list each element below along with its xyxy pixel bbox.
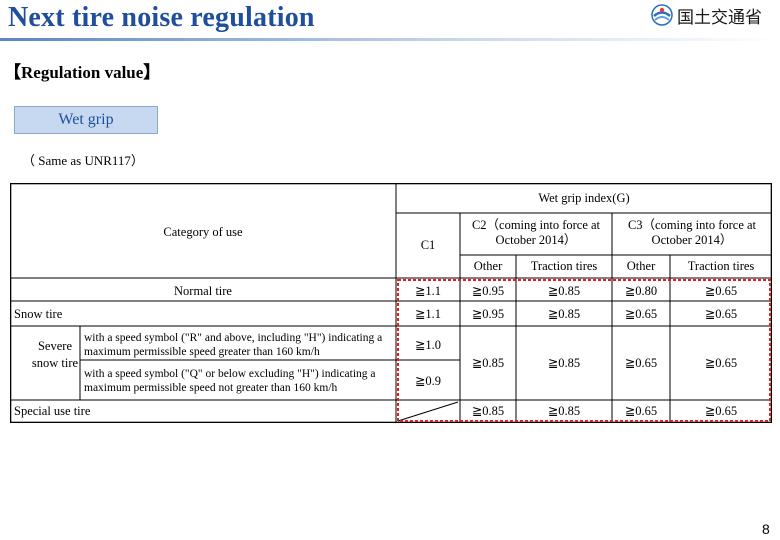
- header-c3: C3（coming into force at October 2014）: [627, 218, 757, 247]
- header-c2: C2（coming into force at October 2014）: [471, 218, 601, 247]
- special-c2-other: ≧0.85: [471, 404, 505, 418]
- severe-sub1-c1: ≧1.0: [414, 338, 442, 352]
- normal-c2-traction: ≧0.85: [547, 284, 581, 298]
- normal-c2-other: ≧0.95: [471, 284, 505, 298]
- logo-text: 国土交通省: [677, 7, 762, 28]
- subheader-c3-traction: Traction tires: [687, 259, 755, 273]
- special-c2-traction: ≧0.85: [547, 404, 581, 418]
- header-rule: [0, 38, 780, 41]
- severe-sub2-label: with a speed symbol ("Q" or below exclud…: [84, 368, 376, 394]
- normal-c3-other: ≧0.80: [624, 284, 658, 298]
- severe-c3-traction: ≧0.65: [704, 356, 738, 370]
- mlit-logo-icon: [651, 4, 673, 26]
- page-number: 8: [762, 521, 770, 537]
- special-c3-other: ≧0.65: [624, 404, 658, 418]
- slide-header: Next tire noise regulation 国土交通省: [0, 0, 780, 41]
- header-c1: C1: [420, 238, 436, 252]
- severe-c3-other: ≧0.65: [624, 356, 658, 370]
- subheader-c2-traction: Traction tires: [530, 259, 598, 273]
- subheader-c3-other: Other: [626, 259, 656, 273]
- normal-c3-traction: ≧0.65: [704, 284, 738, 298]
- snow-c1: ≧1.1: [414, 307, 442, 321]
- special-c3-traction: ≧0.65: [704, 404, 738, 418]
- snow-c2-traction: ≧0.85: [547, 307, 581, 321]
- subheader-c2-other: Other: [473, 259, 503, 273]
- row-special-label: Special use tire: [14, 404, 91, 418]
- row-snow-label: Snow tire: [14, 307, 63, 321]
- unr-note: （ Same as UNR117）: [22, 153, 144, 168]
- row-severe-label: Severe snow tire: [31, 339, 79, 370]
- header-wet-grip-index: Wet grip index(G): [538, 191, 630, 205]
- snow-c3-other: ≧0.65: [624, 307, 658, 321]
- severe-c2-other: ≧0.85: [471, 356, 505, 370]
- section-heading: 【Regulation value】: [4, 63, 161, 82]
- severe-sub2-c1: ≧0.9: [414, 374, 442, 388]
- severe-c2-traction: ≧0.85: [547, 356, 581, 370]
- severe-sub1-label: with a speed symbol ("R" and above, incl…: [84, 332, 383, 358]
- normal-c1: ≧1.1: [414, 284, 442, 298]
- snow-c2-other: ≧0.95: [471, 307, 505, 321]
- wet-grip-label: Wet grip: [14, 106, 158, 134]
- row-normal-label: Normal tire: [174, 284, 232, 298]
- mlit-logo: 国土交通省: [651, 2, 762, 28]
- snow-c3-traction: ≧0.65: [704, 307, 738, 321]
- regulation-table: Wet grip index(G) Category of use C1 C2（…: [10, 183, 772, 423]
- header-category: Category of use: [163, 225, 243, 239]
- slide-title: Next tire noise regulation: [8, 2, 315, 33]
